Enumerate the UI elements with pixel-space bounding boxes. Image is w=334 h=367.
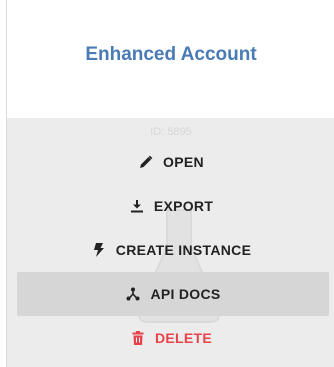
open-button[interactable]: OPEN — [7, 140, 334, 184]
api-docs-label: API DOCS — [150, 286, 221, 302]
api-docs-button[interactable]: API DOCS — [17, 272, 329, 316]
delete-button[interactable]: DELETE — [7, 316, 334, 360]
trash-icon — [130, 330, 146, 346]
delete-label: DELETE — [154, 330, 213, 346]
create-instance-label: CREATE INSTANCE — [115, 242, 252, 258]
export-label: EXPORT — [153, 198, 214, 214]
api-icon — [125, 286, 141, 302]
open-label: OPEN — [163, 154, 204, 170]
account-card: Enhanced Account ID: 5895 OPEN EXPORT CR… — [6, 0, 334, 367]
actions-overlay: ID: 5895 OPEN EXPORT CREATE INSTANCE API… — [7, 118, 334, 367]
create-instance-button[interactable]: CREATE INSTANCE — [7, 228, 334, 272]
pencil-icon — [138, 154, 154, 170]
download-icon — [129, 198, 145, 214]
account-id: ID: 5895 — [150, 126, 192, 138]
action-menu: OPEN EXPORT CREATE INSTANCE API DOCS DEL… — [7, 140, 334, 360]
lightning-icon — [91, 242, 107, 258]
card-title: Enhanced Account — [85, 44, 257, 65]
export-button[interactable]: EXPORT — [7, 184, 334, 228]
